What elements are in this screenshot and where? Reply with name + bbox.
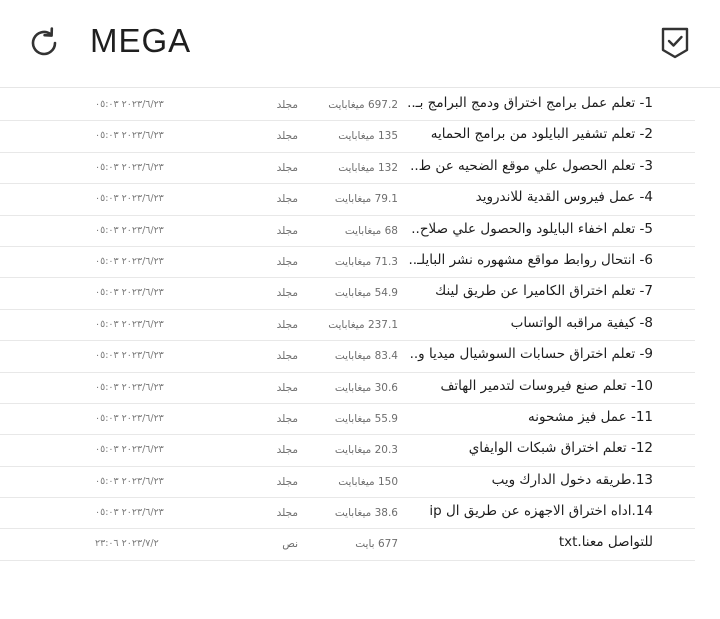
file-type: مجلد <box>276 444 298 457</box>
file-date: ٢٠٢٣/٦/٢٣ ٠٥:٠٣ <box>95 224 164 236</box>
file-date: ٢٠٢٣/٧/٢ ٢٣:٠٦ <box>95 538 159 550</box>
file-row[interactable]: 12- تعلم اختراق شبكات الوايفاي 20.3 ميغاب… <box>0 435 695 467</box>
file-size: 68 ميغابايت <box>344 224 398 237</box>
file-date: ٢٠٢٣/٦/٢٣ ٠٥:٠٣ <box>95 381 164 393</box>
file-type: مجلد <box>276 475 298 488</box>
file-size: 38.6 ميغابايت <box>334 507 398 520</box>
file-name: 14.اداه اختراق الاجهزه عن طريق ال ip <box>429 503 653 520</box>
file-row[interactable]: 8- كيفية مراقبه الواتساب 237.1 ميغابايت مج… <box>0 310 695 342</box>
file-row[interactable]: 3- تعلم الحصول علي موقع الضحيه عن ط.. 132… <box>0 153 695 185</box>
file-size: 697.2 ميغابايت <box>328 99 398 111</box>
file-size: 20.3 ميغابايت <box>334 444 398 457</box>
file-type: مجلد <box>276 193 298 206</box>
file-size: 677 بايت <box>355 538 398 551</box>
file-date: ٢٠٢٣/٦/٢٣ ٠٥:٠٣ <box>95 318 164 330</box>
file-type: نص <box>282 538 298 551</box>
file-row[interactable]: 5- تعلم اخفاء البايلود والحصول علي صلاح.… <box>0 216 695 247</box>
file-date: ٢٠٢٣/٦/٢٣ ٠٥:٠٣ <box>95 507 164 519</box>
file-name: 2- تعلم تشفير البايلود من برامج الحمايه <box>430 126 653 143</box>
file-name: 5- تعلم اخفاء البايلود والحصول علي صلاح.… <box>411 220 653 237</box>
file-name: 11- عمل فيز مشحونه <box>528 408 653 425</box>
file-name: 12- تعلم اختراق شبكات الوايفاي <box>468 440 653 457</box>
file-type: مجلد <box>276 381 298 394</box>
file-row[interactable]: 6- انتحال روابط مواقع مشهوره نشر البايلـ… <box>0 247 695 279</box>
file-date: ٢٠٢٣/٦/٢٣ ٠٥:٠٣ <box>95 412 164 424</box>
file-size: 150 ميغابايت <box>338 475 398 488</box>
file-size: 71.3 ميغابايت <box>334 255 398 268</box>
top-bar: MEGA <box>0 0 720 88</box>
file-type: مجلد <box>276 350 298 363</box>
file-type: مجلد <box>276 507 298 520</box>
file-type: مجلد <box>276 287 298 300</box>
file-name: 13.طريقه دخول الدارك ويب <box>491 471 653 488</box>
file-date: ٢٠٢٣/٦/٢٣ ٠٥:٠٣ <box>95 161 164 173</box>
file-date: ٢٠٢٣/٦/٢٣ ٠٥:٠٣ <box>95 444 164 456</box>
file-date: ٢٠٢٣/٦/٢٣ ٠٥:٠٣ <box>95 255 164 267</box>
file-date: ٢٠٢٣/٦/٢٣ ٠٥:٠٣ <box>95 475 164 487</box>
file-row[interactable]: للتواصل معنا.txt 677 بايت نص ٢٠٢٣/٧/٢ ٢٣:٠٦ <box>0 529 695 561</box>
file-size: 55.9 ميغابايت <box>334 412 398 425</box>
file-date: ٢٠٢٣/٦/٢٣ ٠٥:٠٣ <box>95 193 164 205</box>
file-size: 135 ميغابايت <box>338 130 398 143</box>
file-name: 9- تعلم اختراق حسابات السوشيال ميديا و.. <box>409 346 653 363</box>
file-row[interactable]: 1- تعلم عمل برامج اختراق ودمج البرامج بـ… <box>0 90 695 122</box>
file-name: 8- كيفية مراقبه الواتساب <box>510 314 653 331</box>
file-type: مجلد <box>276 161 298 174</box>
file-size: 83.4 ميغابايت <box>334 350 398 363</box>
file-type: مجلد <box>276 130 298 143</box>
file-row[interactable]: 11- عمل فيز مشحونه 55.9 ميغابايت مجلد ٢٠٢٣/… <box>0 404 695 436</box>
file-date: ٢٠٢٣/٦/٢٣ ٠٥:٠٣ <box>95 99 164 110</box>
file-date: ٢٠٢٣/٦/٢٣ ٠٥:٠٣ <box>95 350 164 362</box>
file-row[interactable]: 9- تعلم اختراق حسابات السوشيال ميديا و..… <box>0 341 695 373</box>
file-name: للتواصل معنا.txt <box>558 534 653 551</box>
file-row[interactable]: 2- تعلم تشفير البايلود من برامج الحمايه 1… <box>0 121 695 153</box>
file-type: مجلد <box>276 318 298 331</box>
file-type: مجلد <box>276 412 298 425</box>
file-size: 79.1 ميغابايت <box>334 193 398 206</box>
file-name: 6- انتحال روابط مواقع مشهوره نشر البايلـ… <box>408 251 653 268</box>
check-shield-icon[interactable] <box>660 26 690 60</box>
file-name: 10- تعلم صنع فيروسات لتدمير الهاتف <box>440 377 653 394</box>
file-name: 3- تعلم الحصول علي موقع الضحيه عن ط.. <box>410 157 653 174</box>
file-name: 4- عمل فيروس القدية للاندرويد <box>475 189 653 206</box>
file-size: 132 ميغابايت <box>338 161 398 174</box>
file-list: 1- تعلم عمل برامج اختراق ودمج البرامج بـ… <box>0 90 695 561</box>
file-name: 7- تعلم اختراق الكاميرا عن طريق لينك <box>435 283 653 300</box>
file-row[interactable]: 13.طريقه دخول الدارك ويب 150 ميغابايت مجلد… <box>0 467 695 499</box>
file-row[interactable]: 14.اداه اختراق الاجهزه عن طريق ال ip 38.6… <box>0 498 695 530</box>
file-size: 30.6 ميغابايت <box>334 381 398 394</box>
file-type: مجلد <box>276 224 298 237</box>
file-row[interactable]: 7- تعلم اختراق الكاميرا عن طريق لينك 54.9… <box>0 278 695 310</box>
app-title: MEGA <box>90 22 192 59</box>
file-name: 1- تعلم عمل برامج اختراق ودمج البرامج بـ… <box>407 95 653 111</box>
file-date: ٢٠٢٣/٦/٢٣ ٠٥:٠٣ <box>95 287 164 299</box>
file-type: مجلد <box>276 99 298 111</box>
file-date: ٢٠٢٣/٦/٢٣ ٠٥:٠٣ <box>95 130 164 142</box>
file-type: مجلد <box>276 255 298 268</box>
file-size: 54.9 ميغابايت <box>334 287 398 300</box>
file-row[interactable]: 10- تعلم صنع فيروسات لتدمير الهاتف 30.6 م… <box>0 373 695 404</box>
file-size: 237.1 ميغابايت <box>328 318 398 331</box>
refresh-icon[interactable] <box>26 25 62 61</box>
file-row[interactable]: 4- عمل فيروس القدية للاندرويد 79.1 ميغابا… <box>0 184 695 216</box>
